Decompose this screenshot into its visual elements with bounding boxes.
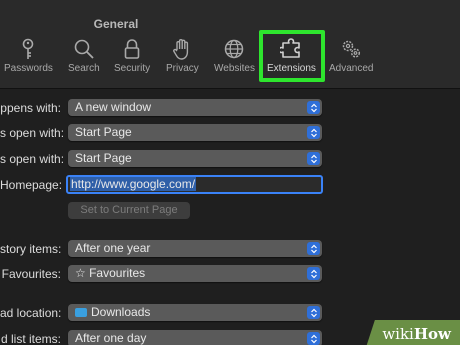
opens-with-value: A new window (75, 100, 152, 114)
wikihow-suffix: How (413, 325, 451, 343)
globe-icon (225, 39, 244, 59)
opens-with-popup[interactable]: A new window (68, 99, 322, 116)
wikihow-logo-text: wikiHow (370, 320, 460, 345)
favourites-shows-popup[interactable]: ☆ Favourites (68, 265, 322, 282)
window-title: General (93, 17, 139, 31)
chevron-updown-icon (307, 242, 320, 255)
tab-search[interactable]: Search (68, 38, 100, 78)
favourites-shows-label: Favourites: (1, 267, 61, 281)
chevron-updown-icon (307, 306, 320, 319)
tab-search-label: Search (68, 63, 100, 74)
hand-icon (173, 39, 189, 60)
tab-privacy[interactable]: Privacy (166, 38, 199, 78)
homepage-label: Homepage: (0, 178, 63, 192)
gears-icon (342, 40, 361, 58)
tab-privacy-label: Privacy (166, 63, 199, 74)
opens-with-label: ppens with: (0, 101, 61, 115)
wikihow-watermark: wikiHow (365, 320, 460, 345)
new-windows-open-with-popup[interactable]: Start Page (68, 124, 322, 141)
key-icon (23, 38, 34, 59)
tab-advanced[interactable]: Advanced (329, 38, 373, 78)
remove-download-list-label: d list items: (0, 332, 61, 345)
remove-download-list-popup[interactable]: After one day (68, 330, 322, 345)
tab-passwords-label: Passwords (4, 63, 53, 74)
set-to-current-page-button[interactable]: Set to Current Page (68, 202, 190, 219)
download-location-label: ad location: (0, 306, 62, 320)
tab-passwords[interactable]: Passwords (4, 38, 53, 78)
folder-icon (75, 308, 87, 317)
chevron-updown-icon (307, 101, 320, 114)
remove-history-label: story items: (0, 242, 62, 256)
homepage-field[interactable]: http://www.google.com/ (66, 175, 323, 194)
tab-security[interactable]: Security (114, 38, 150, 78)
lock-icon (124, 39, 140, 59)
chevron-updown-icon (307, 267, 320, 280)
new-tabs-open-with-value: Start Page (75, 151, 132, 165)
preferences-toolbar: General Passwords Search Security Privac… (0, 0, 460, 89)
extensions-highlight-box (259, 30, 325, 82)
chevron-updown-icon (307, 332, 320, 345)
search-icon (74, 39, 94, 59)
favourites-shows-value: ☆ Favourites (75, 266, 146, 280)
tab-websites[interactable]: Websites (214, 38, 255, 78)
new-windows-open-with-label: s open with: (0, 126, 65, 140)
remove-history-popup[interactable]: After one year (68, 240, 322, 257)
chevron-updown-icon (307, 126, 320, 139)
download-location-popup[interactable]: Downloads (68, 304, 322, 321)
homepage-value: http://www.google.com/ (70, 177, 197, 191)
new-tabs-open-with-popup[interactable]: Start Page (68, 150, 322, 167)
wikihow-prefix: wiki (382, 325, 414, 343)
download-location-value: Downloads (91, 305, 151, 319)
safari-preferences-window: General Passwords Search Security Privac… (0, 0, 460, 345)
remove-download-list-value: After one day (75, 331, 147, 345)
new-windows-open-with-value: Start Page (75, 125, 132, 139)
remove-history-value: After one year (75, 241, 151, 255)
new-tabs-open-with-label: s open with: (0, 152, 65, 166)
tab-advanced-label: Advanced (329, 63, 374, 74)
chevron-updown-icon (307, 152, 320, 165)
tab-security-label: Security (114, 63, 151, 74)
tab-websites-label: Websites (214, 63, 255, 74)
